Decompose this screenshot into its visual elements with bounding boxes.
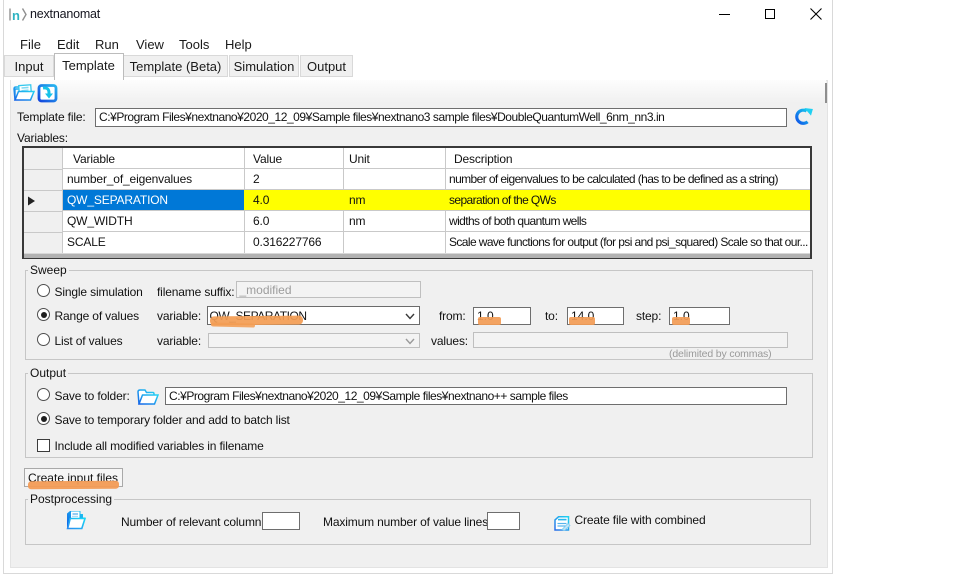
svg-text:n: n [12, 8, 20, 23]
